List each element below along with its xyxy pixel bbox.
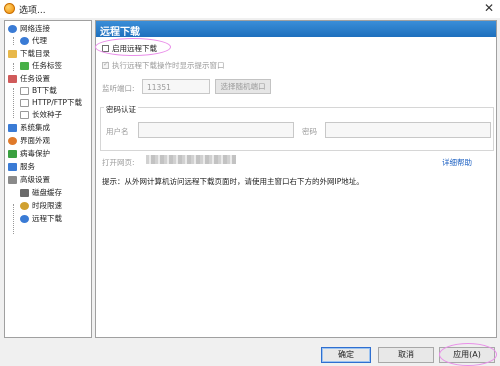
enable-remote-label: 启用远程下载 xyxy=(112,44,157,53)
disk-cache-icon xyxy=(20,189,29,197)
port-value: 11351 xyxy=(147,83,171,92)
window-title: 选项... xyxy=(19,6,46,16)
cancel-button[interactable]: 取消 xyxy=(378,347,434,363)
port-input[interactable]: 11351 xyxy=(142,79,210,94)
ok-button[interactable]: 确定 xyxy=(321,347,371,363)
password-label: 密码 xyxy=(302,127,317,136)
webpage-url-redacted xyxy=(146,155,236,164)
appearance-icon xyxy=(8,137,17,145)
prompt-window-checkbox[interactable] xyxy=(102,60,109,69)
task-settings-icon xyxy=(8,75,17,83)
title-bar: 选项... ✕ xyxy=(0,0,500,18)
http-doc-icon xyxy=(20,99,29,107)
options-sidebar: 网络连接 代理 下载目录 任务标签 任务设置 BT下载 HTTP/FTP下载 长… xyxy=(4,20,92,338)
section-title: 远程下载 xyxy=(100,27,140,38)
auth-title: 密码认证 xyxy=(104,104,138,115)
app-icon xyxy=(4,3,15,14)
network-icon xyxy=(8,25,17,33)
hint-text: 提示：从外网计算机访问远程下载页面时，请使用主窗口右下方的外网IP地址。 xyxy=(102,177,364,186)
virus-shield-icon xyxy=(8,150,17,158)
username-label: 用户名 xyxy=(106,127,129,136)
password-input[interactable] xyxy=(325,122,491,138)
username-input[interactable] xyxy=(138,122,294,138)
bt-doc-icon xyxy=(20,87,29,95)
advanced-icon xyxy=(8,176,17,184)
section-header: 远程下载 xyxy=(96,21,496,38)
close-button[interactable]: ✕ xyxy=(484,1,494,15)
apply-button[interactable]: 应用(A) xyxy=(439,347,495,363)
tag-icon xyxy=(20,62,29,70)
enable-remote-checkbox[interactable] xyxy=(102,45,109,52)
webpage-label: 打开网页: xyxy=(102,158,135,167)
folder-icon xyxy=(8,50,17,58)
random-port-button[interactable]: 选择随机端口 xyxy=(215,79,271,94)
speed-limit-icon xyxy=(20,202,29,210)
remote-download-icon xyxy=(20,215,29,223)
settings-panel: 远程下载 启用远程下载 执行远程下载操作时显示提示窗口 监听端口: 11351 … xyxy=(95,20,497,338)
service-icon xyxy=(8,163,17,171)
seed-doc-icon xyxy=(20,111,29,119)
integration-icon xyxy=(8,124,17,132)
prompt-window-label: 执行远程下载操作时显示提示窗口 xyxy=(112,61,225,70)
help-link[interactable]: 详细帮助 xyxy=(442,157,472,168)
port-label: 监听端口: xyxy=(102,84,135,93)
proxy-icon xyxy=(20,37,29,45)
